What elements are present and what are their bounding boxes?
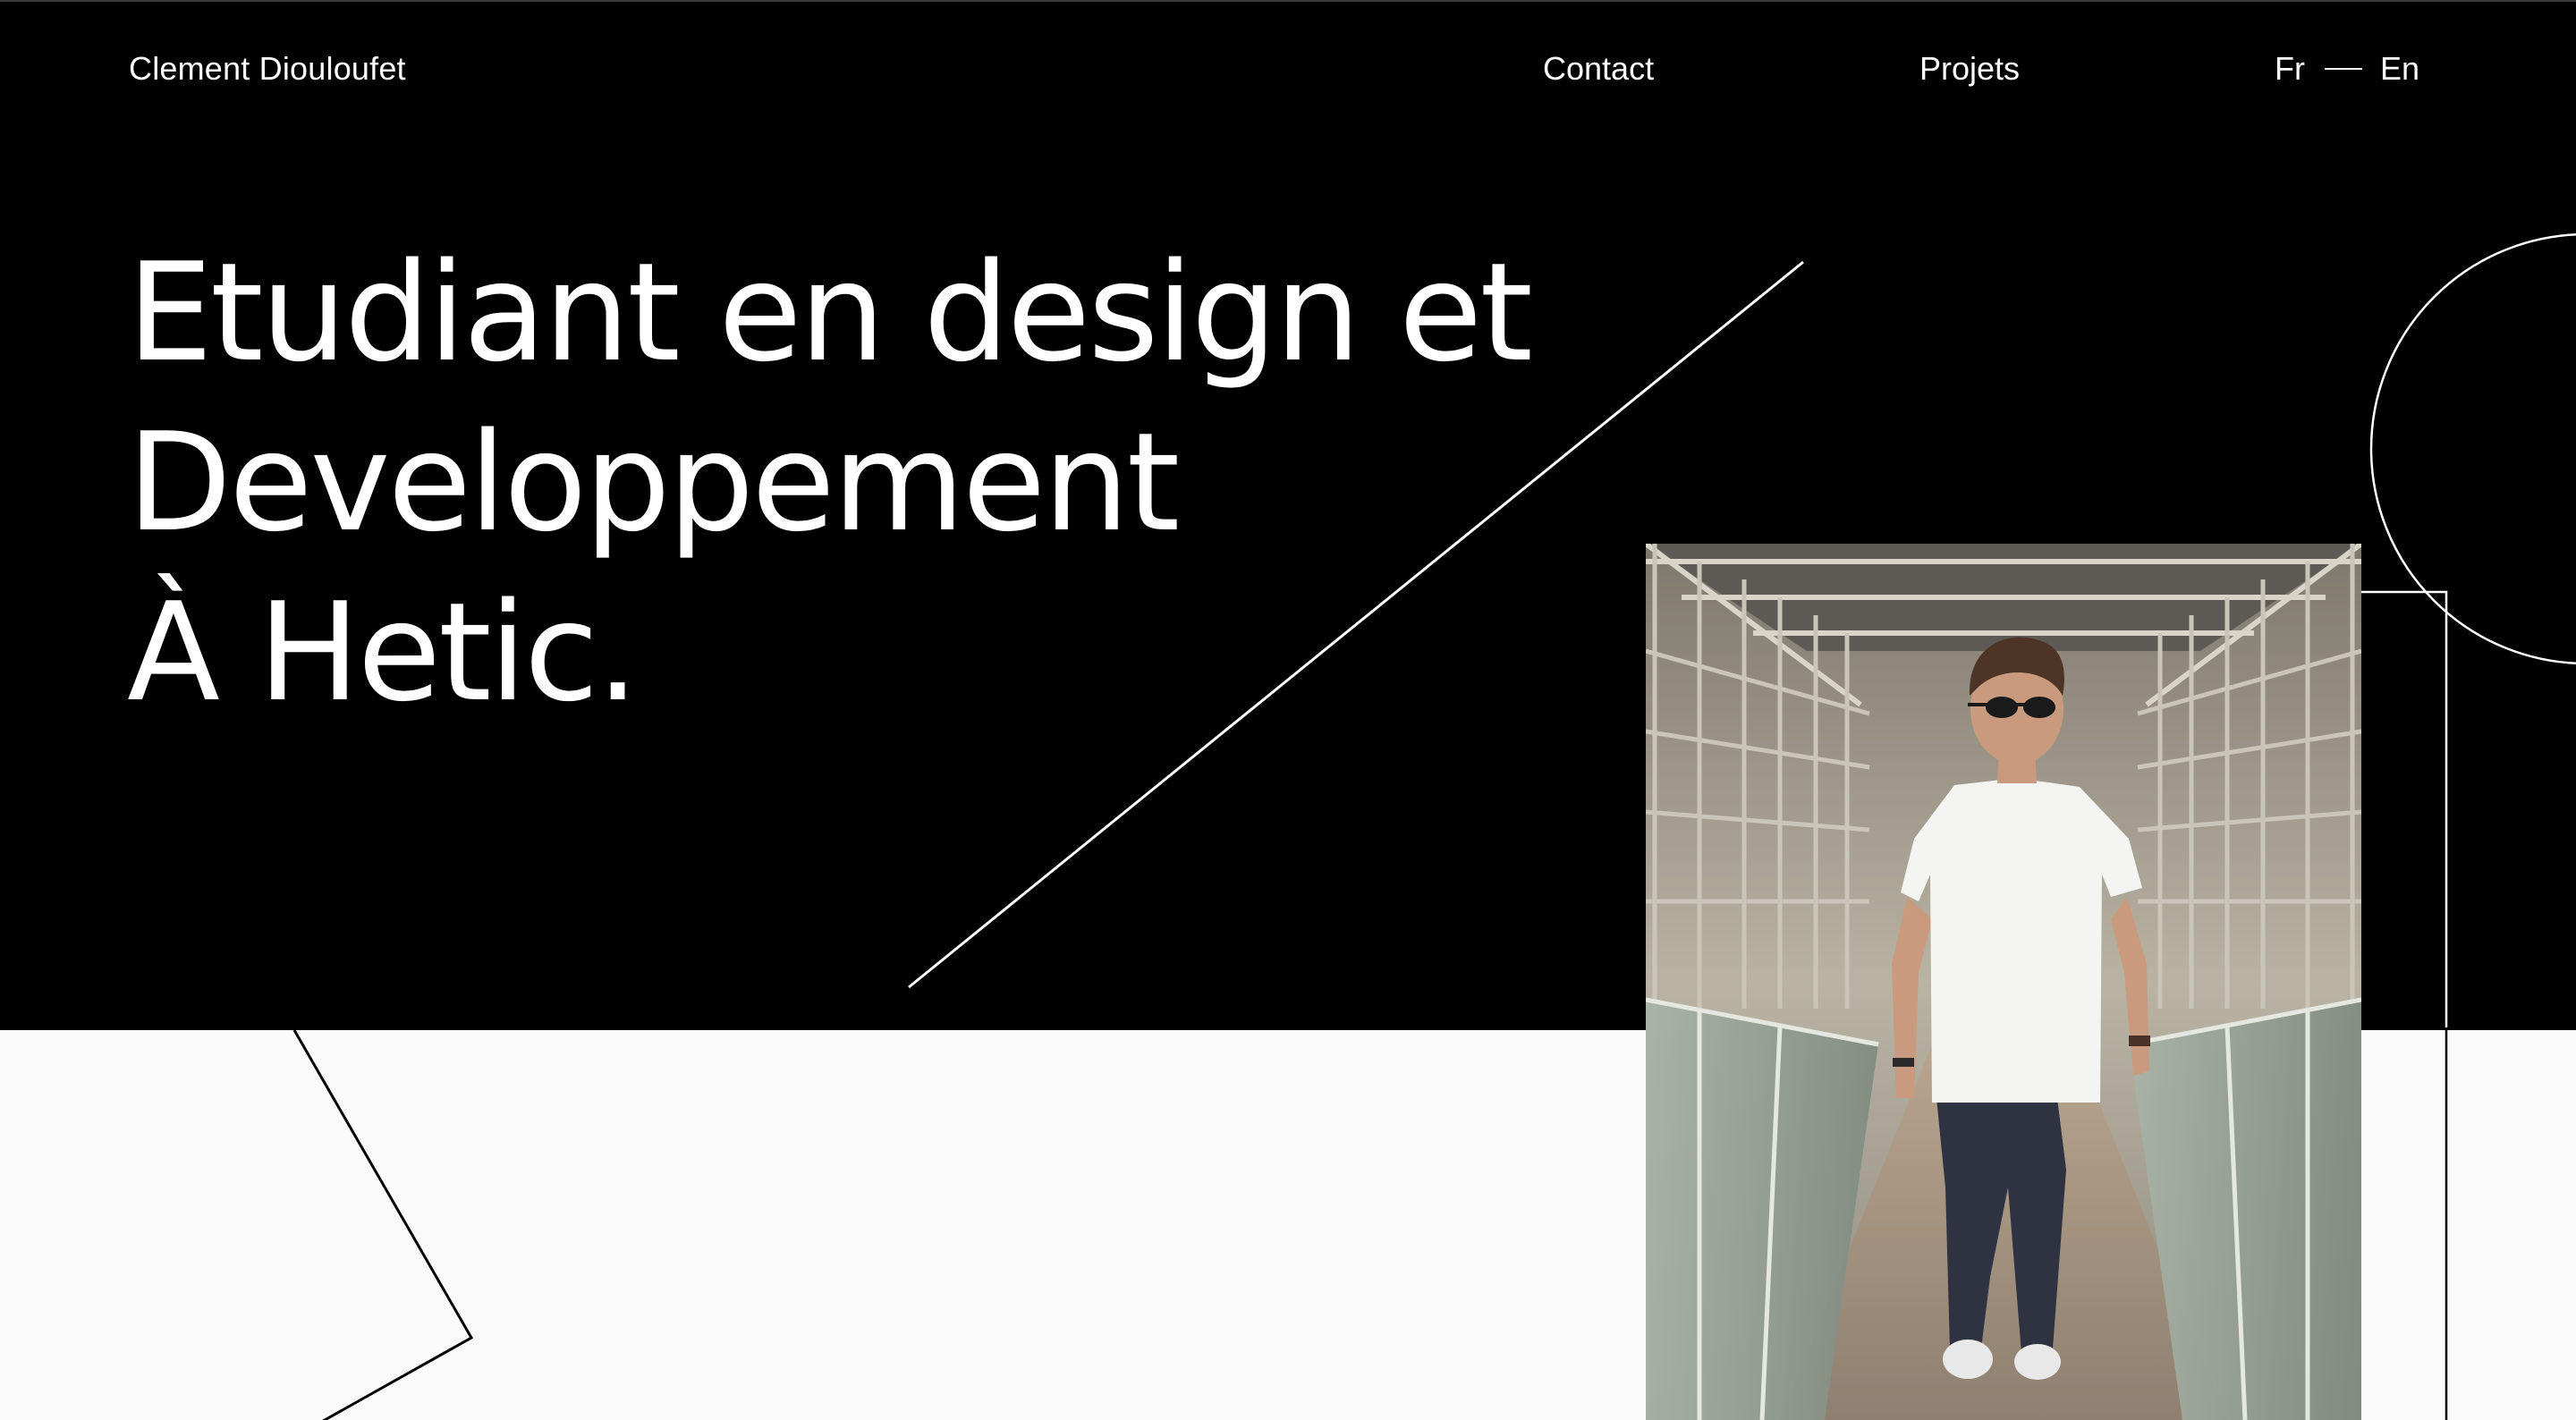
site-owner-name[interactable]: Clement Diouloufet bbox=[129, 50, 406, 88]
language-switcher: Fr En bbox=[2275, 50, 2419, 88]
hero-headline-line-1: Etudiant en design et bbox=[127, 233, 1533, 392]
lang-option-en[interactable]: En bbox=[2380, 50, 2419, 88]
portfolio-page: Clement Diouloufet Contact Projets Fr En… bbox=[0, 0, 2576, 1420]
nav-link-projets[interactable]: Projets bbox=[1919, 50, 2020, 88]
lang-separator-dash bbox=[2324, 68, 2362, 70]
nav-link-contact[interactable]: Contact bbox=[1543, 50, 1654, 88]
browser-top-border bbox=[0, 0, 2576, 2]
hero-headline-line-3: À Hetic. bbox=[127, 573, 640, 731]
lang-option-fr[interactable]: Fr bbox=[2275, 50, 2305, 88]
hero-headline-line-2: Developpement bbox=[127, 403, 1180, 562]
portrait-photo bbox=[1646, 544, 2361, 1420]
hero-headline: Etudiant en design et Developpement À He… bbox=[127, 228, 1533, 738]
zigzag-line bbox=[292, 1029, 474, 1420]
portrait-illustration bbox=[1646, 544, 2361, 1420]
